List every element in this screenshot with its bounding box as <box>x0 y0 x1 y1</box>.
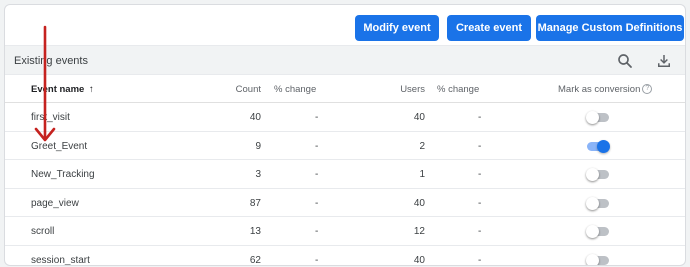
count-change-cell: - <box>315 112 319 123</box>
users-change-cell: - <box>478 140 482 152</box>
events-panel: Modify event Create event Manage Custom … <box>4 4 686 266</box>
count-cell: 62 <box>249 254 261 266</box>
table-row: page_view 87 - 40 - <box>5 189 685 217</box>
event-name-column-header[interactable]: Event name ↑ <box>31 84 94 95</box>
users-cell: 40 <box>413 197 425 209</box>
count-change-cell: - <box>315 197 319 209</box>
conversion-toggle[interactable] <box>586 253 609 265</box>
table-row: Greet_Event 9 - 2 - <box>5 132 685 160</box>
table-row: scroll 13 - 12 - <box>5 217 685 246</box>
conversion-toggle[interactable] <box>586 111 609 124</box>
users-cell: 1 <box>419 169 425 180</box>
table-row: session_start 62 - 40 - <box>5 246 685 266</box>
conversion-toggle[interactable] <box>587 139 610 153</box>
table-row: first_visit 40 - 40 - <box>5 103 685 132</box>
section-header: Existing events <box>5 45 685 75</box>
toggle-knob <box>586 225 599 238</box>
users-cell: 2 <box>419 140 425 152</box>
mark-conversion-column-header: Mark as conversion? <box>558 84 653 95</box>
event-name-cell[interactable]: Greet_Event <box>31 141 87 152</box>
event-name-cell[interactable]: New_Tracking <box>31 169 95 180</box>
table-row: New_Tracking 3 - 1 - <box>5 160 685 189</box>
download-icon[interactable] <box>655 52 673 70</box>
toggle-knob <box>586 111 599 124</box>
toggle-knob <box>586 253 599 265</box>
events-table-body: first_visit 40 - 40 - Greet_Event 9 - 2 … <box>5 103 685 266</box>
users-cell: 40 <box>413 254 425 266</box>
section-title: Existing events <box>14 55 88 67</box>
count-change-cell: - <box>315 226 319 237</box>
conversion-toggle[interactable] <box>586 225 609 238</box>
toggle-knob <box>586 196 599 210</box>
count-change-cell: - <box>315 169 319 180</box>
event-name-cell[interactable]: first_visit <box>31 112 70 123</box>
users-column-header[interactable]: Users <box>400 84 425 95</box>
manage-custom-definitions-button[interactable]: Manage Custom Definitions <box>536 15 684 41</box>
event-name-cell[interactable]: session_start <box>31 255 90 266</box>
toggle-knob <box>597 139 610 153</box>
users-change-cell: - <box>478 197 482 209</box>
count-cell: 3 <box>255 169 261 180</box>
toggle-knob <box>586 168 599 181</box>
event-name-cell[interactable]: page_view <box>31 198 79 209</box>
count-change-cell: - <box>315 254 319 266</box>
sort-ascending-icon[interactable]: ↑ <box>89 84 94 95</box>
count-change-cell: - <box>315 140 319 152</box>
count-cell: 87 <box>249 197 261 209</box>
conversion-toggle[interactable] <box>586 196 609 210</box>
users-change-cell: - <box>478 226 482 237</box>
users-change-cell: - <box>478 112 482 123</box>
count-change-column-header[interactable]: % change <box>274 84 316 95</box>
event-name-header-label: Event name <box>31 84 85 95</box>
help-icon[interactable]: ? <box>642 84 653 95</box>
create-event-button[interactable]: Create event <box>447 15 531 41</box>
count-cell: 40 <box>249 112 261 123</box>
users-change-cell: - <box>478 169 482 180</box>
mark-conversion-label: Mark as conversion <box>558 84 641 95</box>
conversion-toggle[interactable] <box>586 168 609 181</box>
count-column-header[interactable]: Count <box>236 84 261 95</box>
users-change-cell: - <box>478 254 482 266</box>
users-cell: 40 <box>413 112 425 123</box>
users-cell: 12 <box>413 226 425 237</box>
count-cell: 13 <box>249 226 261 237</box>
count-cell: 9 <box>255 140 261 152</box>
modify-event-button[interactable]: Modify event <box>355 15 439 41</box>
event-name-cell[interactable]: scroll <box>31 226 54 237</box>
users-change-column-header[interactable]: % change <box>437 84 479 95</box>
table-header: Event name ↑ Count % change Users % chan… <box>5 75 685 103</box>
search-icon[interactable] <box>616 52 634 70</box>
